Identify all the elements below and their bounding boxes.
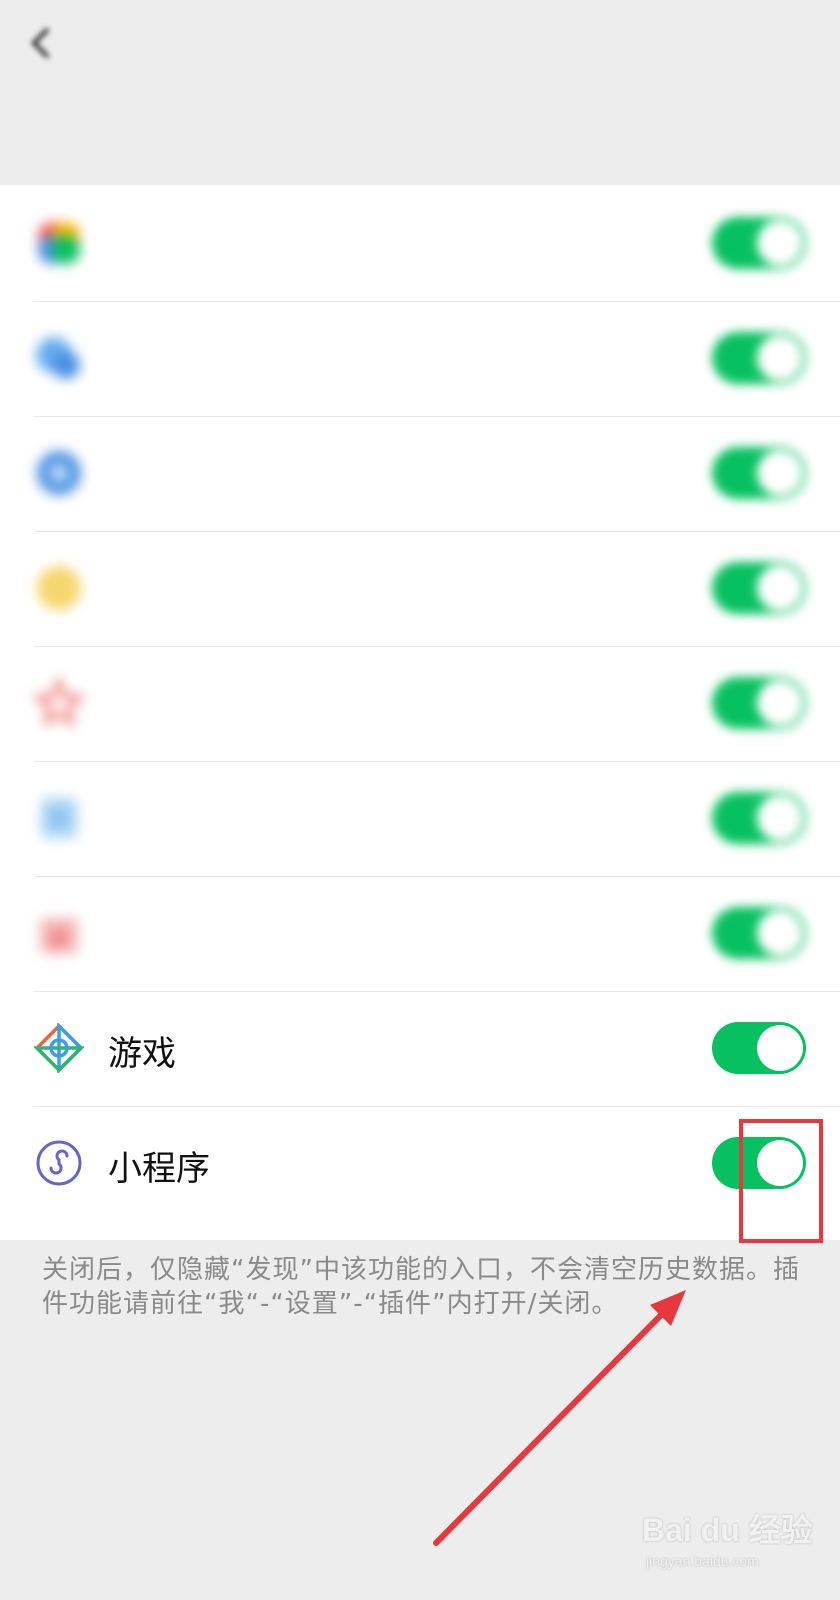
toggle-knob — [757, 910, 803, 956]
toggle-switch[interactable] — [712, 447, 806, 499]
discover-management-page: 游戏 小程序 关闭后，仅隐藏“发现”中该功能的入口，不会清空历史数据。插件功能请… — [0, 0, 840, 1600]
feature-list: 游戏 小程序 — [0, 185, 840, 1240]
list-item[interactable] — [0, 415, 840, 532]
list-item-games[interactable]: 游戏 — [0, 990, 840, 1107]
toggle-knob — [757, 565, 803, 611]
toggle-switch[interactable] — [712, 792, 806, 844]
item-label: 小程序 — [108, 1149, 210, 1189]
people-nearby-icon — [40, 797, 78, 839]
list-item[interactable] — [0, 300, 840, 417]
list-item[interactable] — [0, 645, 840, 762]
toggle-switch[interactable] — [712, 332, 806, 384]
footnote-text: 关闭后，仅隐藏“发现”中该功能的入口，不会清空历史数据。插件功能请前往“我“-“… — [42, 1255, 800, 1319]
games-icon — [34, 1023, 84, 1073]
toggle-switch[interactable] — [712, 217, 806, 269]
top-stories-icon — [37, 566, 81, 610]
toggle-knob — [757, 680, 803, 726]
toggle-switch[interactable] — [712, 907, 806, 959]
list-item[interactable] — [0, 530, 840, 647]
navigation-bar — [0, 0, 840, 86]
item-label: 游戏 — [108, 1034, 176, 1074]
toggle-knob — [757, 335, 803, 381]
toggle-knob — [757, 795, 803, 841]
scan-icon — [36, 337, 80, 379]
shake-icon — [37, 451, 81, 495]
toggle-knob — [757, 450, 803, 496]
moments-icon — [38, 222, 80, 264]
search-icon — [34, 678, 84, 728]
shopping-icon — [40, 918, 78, 954]
watermark-brand: Bai du 经验 — [642, 1512, 813, 1548]
toggle-switch[interactable] — [712, 677, 806, 729]
list-item-mini-programs[interactable]: 小程序 — [0, 1105, 840, 1222]
chevron-left-icon[interactable] — [28, 26, 54, 60]
list-item[interactable] — [0, 185, 840, 302]
mini-programs-icon — [36, 1140, 82, 1186]
watermark: Bai du 经验 jingyan.baidu.com — [642, 1505, 822, 1585]
toggle-knob — [757, 1025, 803, 1071]
list-item[interactable] — [0, 875, 840, 992]
highlight-box — [739, 1119, 823, 1243]
toggle-switch[interactable] — [712, 562, 806, 614]
toggle-switch[interactable] — [712, 1022, 806, 1074]
toggle-knob — [757, 220, 803, 266]
list-item[interactable] — [0, 760, 840, 877]
watermark-url: jingyan.baidu.com — [646, 1553, 759, 1569]
